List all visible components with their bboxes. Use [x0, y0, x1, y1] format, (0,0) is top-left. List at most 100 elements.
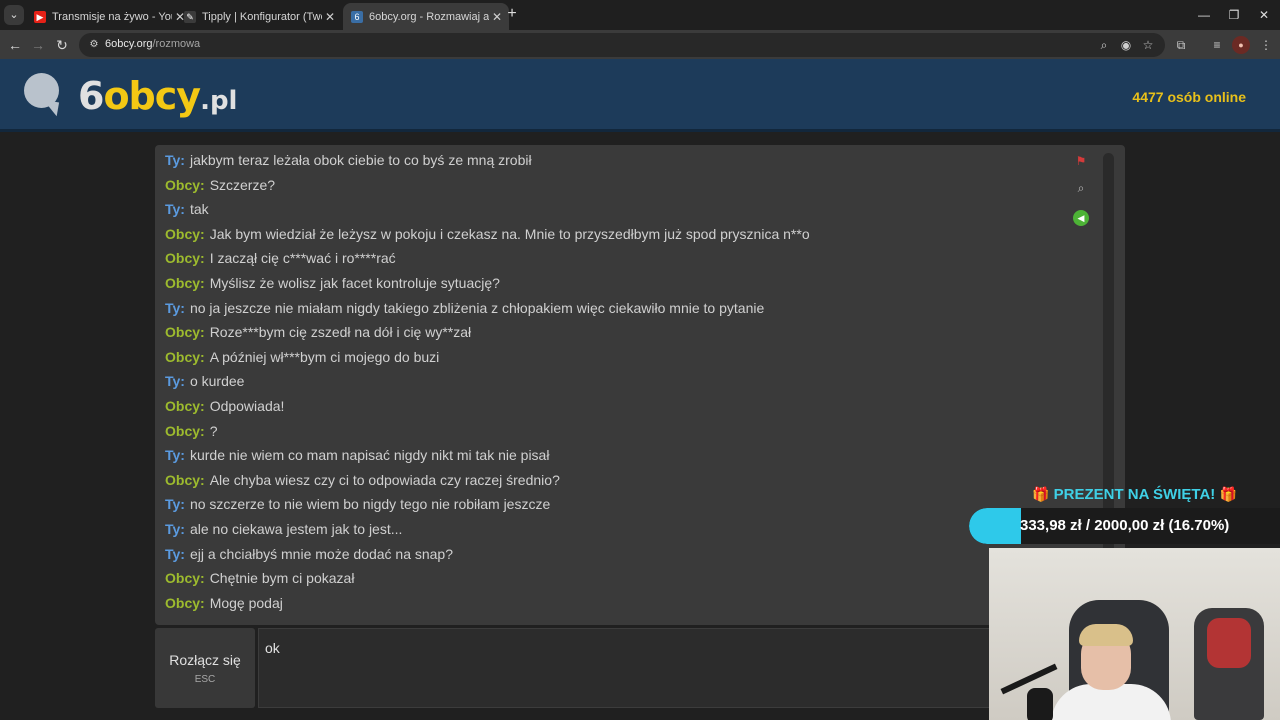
report-flag-icon[interactable]: ⚑ [1074, 154, 1088, 168]
message-sender: Ty: [165, 545, 185, 562]
tab-favicon-icon: ▶ [34, 10, 46, 23]
logo-prefix: 6 [78, 74, 104, 118]
new-tab-button[interactable]: + [503, 5, 521, 23]
disconnect-hint: ESC [194, 674, 216, 685]
chat-message: Obcy: Myślisz że wolisz jak facet kontrol… [165, 272, 1085, 297]
reload-button[interactable]: ↻ [52, 35, 72, 55]
close-window-button[interactable]: ✕ [1254, 6, 1274, 24]
message-sender: Obcy: [165, 324, 205, 341]
message-text: Odpowiada! [209, 397, 285, 414]
message-sender: Ty: [165, 520, 185, 537]
browser-tab[interactable]: ✎ Tipply | Konfigurator (Twój cel)✕ [176, 3, 342, 30]
message-text: A później wł***bym ci mojego do buzi [209, 348, 440, 365]
message-text: Jak bym wiedział że leżysz w pokoju i cz… [209, 225, 810, 242]
zoom-icon[interactable]: ⌕ [1096, 37, 1112, 53]
forward-button[interactable]: → [28, 35, 48, 55]
message-sender: Ty: [165, 201, 185, 218]
chat-message: Obcy: Szczerze? [165, 174, 1085, 199]
chat-message: Obcy: I zaczął cię c***wać i ro****rać [165, 247, 1085, 272]
message-text: Szczerze? [209, 176, 276, 193]
gift-icon: 🎁 [1219, 486, 1237, 502]
message-text: ejj a chciałbyś mnie może dodać na snap? [189, 545, 454, 562]
chat-message: Ty: ejj a chciałbyś mnie może dodać na sn… [165, 543, 1085, 568]
message-sender: Ty: [165, 299, 185, 316]
message-text: Roze***bym cię zszedł na dół i cię wy**z… [209, 324, 472, 341]
url-host: 6obcy.org [105, 38, 153, 50]
back-button[interactable]: ← [5, 35, 25, 55]
chat-message: Obcy: Jak bym wiedział że leżysz w pokoju… [165, 223, 1085, 248]
message-sender: Obcy: [165, 225, 205, 242]
disconnect-button[interactable]: Rozłącz się ESC [155, 628, 255, 708]
message-sender: Obcy: [165, 570, 205, 587]
message-sender: Obcy: [165, 274, 205, 291]
message-text: Mogę podaj [209, 594, 283, 611]
site-info-icon[interactable]: ⚙ [88, 39, 100, 51]
eye-off-icon[interactable]: ◉ [1118, 37, 1134, 53]
profile-avatar[interactable]: ● [1232, 36, 1250, 54]
chat-message: Ty: no ja jeszcze nie miałam nigdy takieg… [165, 297, 1085, 322]
message-text: no szczerze to nie wiem bo nigdy tego ni… [189, 496, 551, 513]
logo-bubble-tail [40, 99, 60, 117]
message-text: Ale chyba wiesz czy ci to odpowiada czy … [209, 471, 560, 488]
browser-tab-bar: ⌄ ▶Transmisje na żywo - YouTube Studio✕✎… [0, 0, 1280, 30]
donation-progress-fill [969, 508, 1021, 544]
tab-close-icon[interactable]: ✕ [322, 10, 338, 24]
chat-message: Obcy:? [165, 420, 1085, 445]
message-text: jakbym teraz leżała obok ciebie to co by… [189, 152, 532, 168]
chat-message: Obcy: Mogę podaj [165, 592, 1085, 617]
maximize-button[interactable]: ❐ [1224, 6, 1244, 24]
webcam-person-hair [1079, 624, 1133, 646]
chat-message: Ty: jakbym teraz leżała obok ciebie to co… [165, 149, 1085, 174]
message-text: Chętnie bym ci pokazał [209, 570, 355, 587]
chat-log: Ty: jakbym teraz leżała obok ciebie to co… [165, 149, 1085, 616]
tab-title: Transmisje na żywo - YouTube Studio [52, 10, 172, 23]
extensions-icon[interactable]: ⧉ [1172, 36, 1190, 54]
tab-title: 6obcy.org - Rozmawiaj anonimowo [369, 10, 489, 23]
message-sender: Ty: [165, 152, 185, 168]
message-sender: Obcy: [165, 471, 205, 488]
donation-title-text: PREZENT NA ŚWIĘTA! [1053, 486, 1216, 503]
message-text: kurde nie wiem co mam napisać nigdy nikt… [189, 447, 550, 464]
url-text[interactable]: 6obcy.org/rozmowa [105, 38, 200, 50]
media-controls-icon[interactable]: ≡ [1208, 36, 1226, 54]
message-sender: Obcy: [165, 594, 205, 611]
address-bar[interactable]: ⚙ 6obcy.org/rozmowa ⌕ ◉ ☆ [79, 33, 1165, 57]
chat-input-row: Rozłącz się ESC ok [155, 628, 1125, 708]
tab-search-button[interactable]: ⌄ [4, 5, 24, 25]
bookmark-star-icon[interactable]: ☆ [1140, 37, 1156, 53]
browser-toolbar: ← → ↻ ⚙ 6obcy.org/rozmowa ⌕ ◉ ☆ ⧉ ≡ ● ⋮ [0, 30, 1280, 59]
donation-title: 🎁 PREZENT NA ŚWIĘTA! 🎁 [1032, 486, 1237, 503]
message-text: no ja jeszcze nie miałam nigdy takiego z… [189, 299, 765, 316]
site-header: 6obcy.pl 4477 osób online [0, 59, 1280, 132]
chat-box: Ty: jakbym teraz leżała obok ciebie to co… [155, 145, 1125, 625]
browser-tab[interactable]: ▶Transmisje na żywo - YouTube Studio✕ [26, 3, 192, 30]
site-logo[interactable]: 6obcy.pl [78, 73, 237, 124]
message-sender: Obcy: [165, 348, 205, 365]
chat-message: Ty: tak [165, 198, 1085, 223]
browser-tab[interactable]: 66obcy.org - Rozmawiaj anonimowo✕ [343, 3, 509, 30]
online-count: 4477 osób online [1132, 89, 1246, 105]
url-path: /rozmowa [152, 38, 201, 50]
chat-message: Obcy: Ale chyba wiesz czy ci to odpowiada… [165, 469, 1085, 494]
logo-main: obcy [103, 74, 201, 118]
message-text: o kurdee [189, 373, 245, 390]
message-sender: Ty: [165, 373, 185, 390]
message-sender: Ty: [165, 447, 185, 464]
tab-title: Tipply | Konfigurator (Twój cel) [202, 10, 322, 23]
chat-message: Obcy: Chętnie bym ci pokazał [165, 567, 1085, 592]
message-sender: Obcy: [165, 422, 205, 439]
browser-menu-icon[interactable]: ⋮ [1257, 36, 1275, 54]
chat-message: Ty: o kurdee [165, 370, 1085, 395]
webcam-overlay [989, 548, 1280, 720]
sound-toggle-icon[interactable]: ◀ [1073, 210, 1089, 226]
minimize-button[interactable]: — [1194, 6, 1214, 24]
tab-favicon-icon: 6 [351, 10, 363, 23]
webcam-chair-right-accent [1207, 618, 1251, 668]
message-sender: Obcy: [165, 250, 205, 267]
search-icon[interactable]: ⌕ [1074, 181, 1088, 195]
message-sender: Obcy: [165, 176, 205, 193]
disconnect-label: Rozłącz się [169, 652, 241, 668]
chat-scrollbar[interactable] [1103, 153, 1114, 615]
chat-message: Obcy: Odpowiada! [165, 395, 1085, 420]
message-text: tak [189, 201, 209, 218]
